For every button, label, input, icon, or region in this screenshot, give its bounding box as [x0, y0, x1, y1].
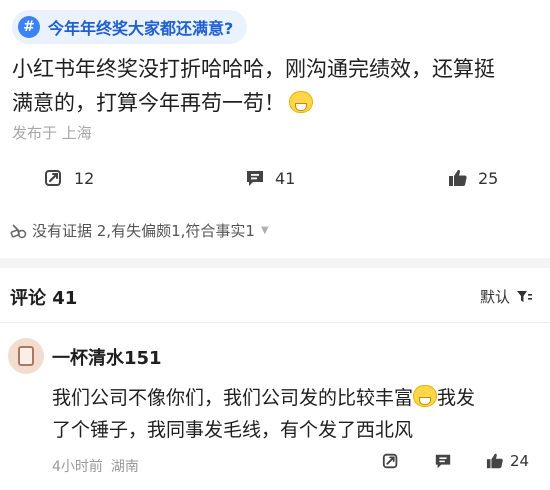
like-count: 25: [478, 168, 499, 188]
comments-title: 评论 41: [10, 288, 78, 309]
post-body: 小红书年终奖没打折哈哈哈，刚沟通完绩效，还算挺 满意的，打算今年再苟一苟！: [12, 52, 532, 120]
comment-icon: [247, 171, 263, 186]
post-text-line-2: 满意的，打算今年再苟一苟！: [12, 91, 285, 115]
fact-check-text: 没有证据 2,有失偏颇1,符合事实1: [32, 222, 255, 240]
comment-body: 我们公司不像你们，我们公司发的比较丰富 我发 了个锤子，我同事发毛线，有个发了西北…: [52, 382, 532, 446]
comments-header: 评论 41 默认: [0, 280, 550, 314]
comment-reply-button[interactable]: [434, 452, 452, 470]
post-stats: 12 41 25: [0, 168, 550, 202]
comment-count: 41: [275, 168, 296, 188]
comment-line-1: 我们公司不像你们，我们公司发的比较丰富: [52, 387, 414, 409]
comment-actions: 24: [0, 452, 550, 478]
post-location: 发布于 上海: [12, 124, 92, 142]
avatar-image: [18, 346, 34, 366]
sort-label: 默认: [479, 288, 510, 306]
fact-check-row[interactable]: 没有证据 2,有失偏颇1,符合事实1 ▼: [10, 220, 269, 241]
caret-down-icon: ▼: [260, 225, 269, 236]
like-button[interactable]: 25: [448, 168, 498, 188]
sort-button[interactable]: 默认: [480, 286, 532, 307]
repost-icon: [382, 453, 398, 469]
hash-icon: #: [18, 16, 40, 38]
section-divider: [0, 258, 550, 268]
repost-button[interactable]: 12: [44, 168, 94, 188]
comment-like-count: 24: [510, 452, 530, 470]
filter-icon: [517, 290, 532, 302]
comment-button[interactable]: 41: [245, 168, 295, 188]
post-text-line-1: 小红书年终奖没打折哈哈哈，刚沟通完绩效，还算挺: [12, 57, 495, 81]
fact-check-icon: [10, 223, 27, 238]
repost-count: 12: [74, 168, 95, 188]
repost-icon: [45, 170, 61, 186]
comment-user-name[interactable]: 一杯清水151: [52, 344, 162, 370]
avatar[interactable]: [8, 338, 44, 374]
thumbs-up-icon: [449, 169, 467, 186]
comment-line-2: 了个锤子，我同事发毛线，有个发了西北风: [52, 419, 414, 441]
topic-tag[interactable]: # 今年年终奖大家都还满意?: [12, 10, 248, 44]
grin-emoji-icon: [413, 385, 438, 407]
thumbs-up-icon: [486, 453, 503, 469]
comment-repost-button[interactable]: [382, 452, 400, 470]
comment-like-button[interactable]: 24: [486, 452, 529, 470]
divider: [0, 322, 550, 323]
comment-line-1-tail: 我发: [437, 387, 476, 409]
topic-label: 今年年终奖大家都还满意?: [48, 19, 234, 38]
comment-line-1-wrap: 我们公司不像你们，我们公司发的比较丰富 我发: [52, 382, 532, 414]
grin-emoji-icon: [289, 91, 313, 113]
comment-icon: [435, 454, 451, 469]
post-text-line-2-wrap: 满意的，打算今年再苟一苟！: [12, 86, 532, 120]
